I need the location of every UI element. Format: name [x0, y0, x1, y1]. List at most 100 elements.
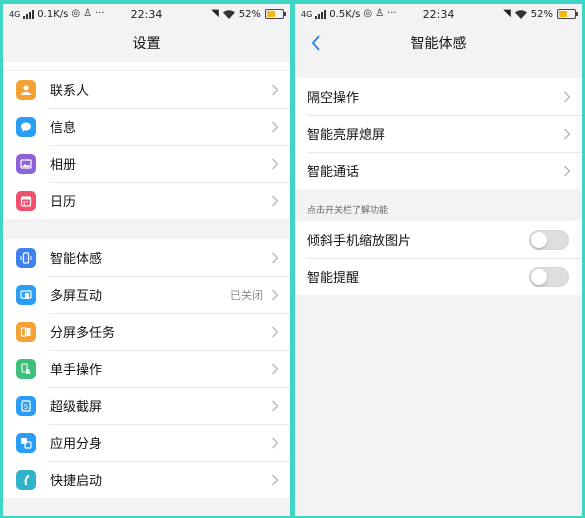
- settings-item-label: 相册: [50, 158, 77, 173]
- toggle-row: 倾斜手机缩放图片: [295, 221, 582, 258]
- qq-icon: ♙: [83, 8, 93, 19]
- chevron-right-icon: [564, 165, 571, 176]
- mute-icon: ◥: [503, 8, 511, 19]
- motion-option-item[interactable]: 隔空操作: [295, 78, 582, 115]
- signal-icon: [23, 9, 35, 19]
- clock: 22:34: [130, 7, 163, 21]
- app-clone-icon: [16, 432, 36, 453]
- more-icon: ···: [95, 8, 105, 19]
- settings-item-screenshot[interactable]: S 超级截屏: [3, 387, 290, 424]
- settings-item-app-clone[interactable]: 应用分身: [3, 424, 290, 461]
- settings-item-quick-launch[interactable]: 快捷启动: [3, 461, 290, 498]
- toggle-label: 智能提醒: [307, 271, 360, 286]
- motion-option-label: 智能亮屏熄屏: [307, 128, 386, 143]
- page-title-bar: 智能体感: [295, 24, 582, 62]
- motion-options-group: 隔空操作智能亮屏熄屏智能通话: [295, 78, 582, 189]
- signal-icon: [315, 9, 327, 19]
- battery-icon: [265, 9, 286, 19]
- settings-item-contacts[interactable]: 联系人: [3, 71, 290, 108]
- network-speed: 0.5K/s: [329, 8, 361, 20]
- chevron-right-icon: [272, 84, 279, 95]
- toggle-switch[interactable]: [529, 266, 569, 287]
- battery-percent: 52%: [530, 8, 553, 20]
- quick-launch-icon: [16, 469, 36, 490]
- toggle-knob: [531, 231, 547, 248]
- toggle-switch[interactable]: [529, 229, 569, 250]
- screenshot-icon: S: [16, 395, 36, 416]
- battery-icon: [557, 9, 578, 19]
- back-button[interactable]: [305, 31, 327, 55]
- status-bar: 4G 0.1K/s ◎ ♙ ··· 22:34 ◥ 52%: [3, 4, 290, 24]
- list-top-edge: [3, 62, 290, 71]
- clock: 22:34: [422, 7, 455, 21]
- settings-item-split-screen[interactable]: 分屏多任务: [3, 313, 290, 350]
- weibo-icon: ◎: [71, 8, 81, 19]
- settings-item-label: 单手操作: [50, 363, 103, 378]
- qq-icon: ♙: [375, 8, 385, 19]
- chevron-right-icon: [272, 121, 279, 132]
- page-title: 设置: [132, 36, 161, 52]
- network-type: 4G: [9, 9, 21, 19]
- settings-group-apps: 联系人 信息 相册 日历: [3, 71, 290, 219]
- chevron-right-icon: [272, 326, 279, 337]
- wifi-icon: [222, 9, 235, 19]
- page-title: 智能体感: [410, 36, 467, 52]
- section-label: 点击开关栏了解功能: [295, 189, 582, 221]
- chevron-right-icon: [272, 363, 279, 374]
- settings-item-label: 超级截屏: [50, 400, 103, 415]
- settings-group-features: 智能体感多屏互动 已关闭分屏多任务单手操作 S 超级截屏应用分身快捷启动: [3, 239, 290, 498]
- settings-item-label: 信息: [50, 121, 77, 136]
- chevron-right-icon: [564, 128, 571, 139]
- network-speed: 0.1K/s: [37, 8, 69, 20]
- contacts-icon: [16, 79, 36, 100]
- group-divider: [295, 62, 582, 78]
- status-text: 已关闭: [230, 288, 263, 302]
- settings-item-label: 多屏互动: [50, 289, 103, 304]
- settings-item-label: 分屏多任务: [50, 326, 116, 341]
- calendar-icon: [16, 190, 36, 211]
- motion-option-item[interactable]: 智能亮屏熄屏: [295, 115, 582, 152]
- settings-item-calendar[interactable]: 日历: [3, 182, 290, 219]
- group-divider: [3, 219, 290, 239]
- settings-item-label: 日历: [50, 195, 77, 210]
- toggle-group: 倾斜手机缩放图片 智能提醒: [295, 221, 582, 295]
- gallery-icon: [16, 153, 36, 174]
- settings-item-label: 快捷启动: [50, 474, 103, 489]
- one-hand-icon: [16, 358, 36, 379]
- status-bar: 4G 0.5K/s ◎ ♙ ··· 22:34 ◥ 52%: [295, 4, 582, 24]
- settings-item-label: 应用分身: [50, 437, 103, 452]
- toggle-label: 倾斜手机缩放图片: [307, 234, 412, 249]
- toggle-row: 智能提醒: [295, 258, 582, 295]
- chevron-right-icon: [272, 195, 279, 206]
- wifi-icon: [514, 9, 527, 19]
- svg-text:S: S: [24, 403, 29, 411]
- settings-item-label: 智能体感: [50, 252, 103, 267]
- split-screen-icon: [16, 321, 36, 342]
- multi-screen-icon: [16, 284, 36, 305]
- page-title-bar: 设置: [3, 24, 290, 62]
- settings-item-label: 联系人: [50, 84, 90, 99]
- more-icon: ···: [387, 8, 397, 19]
- chevron-right-icon: [272, 252, 279, 263]
- settings-item-message[interactable]: 信息: [3, 108, 290, 145]
- settings-item-smart-motion[interactable]: 智能体感: [3, 239, 290, 276]
- back-arrow-icon: [311, 35, 320, 51]
- chevron-right-icon: [272, 474, 279, 485]
- toggle-knob: [531, 268, 547, 285]
- battery-percent: 52%: [238, 8, 261, 20]
- chevron-right-icon: [272, 289, 279, 300]
- motion-option-item[interactable]: 智能通话: [295, 152, 582, 189]
- network-type: 4G: [301, 9, 313, 19]
- message-icon: [16, 116, 36, 137]
- weibo-icon: ◎: [363, 8, 373, 19]
- smart-motion-screen: 4G 0.5K/s ◎ ♙ ··· 22:34 ◥ 52% 智能体感 隔空操作智…: [295, 4, 582, 516]
- mute-icon: ◥: [211, 8, 219, 19]
- chevron-right-icon: [272, 437, 279, 448]
- chevron-right-icon: [272, 158, 279, 169]
- chevron-right-icon: [564, 91, 571, 102]
- settings-item-gallery[interactable]: 相册: [3, 145, 290, 182]
- smart-motion-icon: [16, 247, 36, 268]
- motion-option-label: 隔空操作: [307, 91, 360, 106]
- settings-item-one-hand[interactable]: 单手操作: [3, 350, 290, 387]
- settings-item-multi-screen[interactable]: 多屏互动 已关闭: [3, 276, 290, 313]
